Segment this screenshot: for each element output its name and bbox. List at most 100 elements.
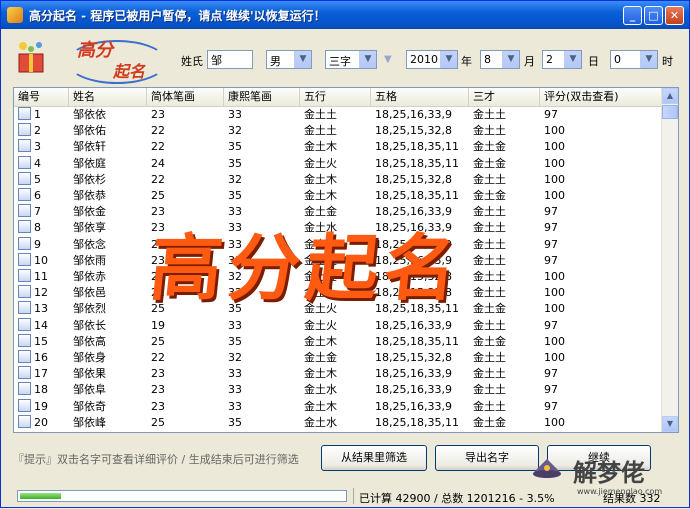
row-number: 3: [34, 140, 41, 154]
cell-name: 邹依阜: [73, 383, 106, 397]
cell-score: 97: [544, 367, 558, 381]
cell-kangxi-strokes: 33: [228, 318, 242, 332]
table-row[interactable]: 12 邹依邑 22 32 金土土 18,25,15,32,8 金土土 100: [14, 285, 662, 301]
cell-three-talents: 金土土: [473, 399, 506, 413]
cell-simplified-strokes: 25: [151, 334, 165, 348]
cell-score: 100: [544, 270, 565, 283]
chevron-down-icon[interactable]: ▼: [294, 51, 311, 68]
table-row[interactable]: 19 邹依奇 23 33 金土木 18,25,16,33,9 金土土 97: [14, 398, 662, 415]
chevron-down-icon[interactable]: ▼: [440, 51, 457, 68]
chevron-down-icon[interactable]: ▼: [564, 51, 581, 68]
cell-id: 11: [14, 269, 69, 285]
surname-input[interactable]: 邹: [207, 50, 253, 69]
row-document-icon: [18, 301, 31, 315]
cell-id: 3: [14, 139, 69, 155]
row-document-icon: [18, 382, 31, 396]
table-row[interactable]: 5 邹依杉 22 32 金土木 18,25,15,32,8 金土土 100: [14, 171, 662, 188]
cell-five-elements: 金土火: [304, 156, 337, 170]
table-row[interactable]: 2 邹依佑 22 32 金土土 18,25,15,32,8 金土土 100: [14, 123, 662, 139]
row-number: 9: [34, 237, 41, 251]
gender-value: 男: [270, 55, 281, 68]
table-row[interactable]: 18 邹依阜 23 33 金土水 18,25,16,33,9 金土土 97: [14, 382, 662, 398]
cell-simplified-strokes: 23: [151, 237, 165, 251]
hour-select[interactable]: 0 ▼: [610, 50, 658, 69]
row-document-icon: [18, 317, 31, 331]
year-select[interactable]: 2010 ▼: [406, 50, 458, 69]
row-document-icon: [18, 366, 31, 380]
cell-name: 邹依依: [73, 108, 106, 121]
cell-kangxi-strokes: 33: [228, 205, 242, 219]
cell-score: 97: [544, 237, 558, 251]
chevron-down-icon[interactable]: ▼: [502, 51, 519, 68]
month-value: 8: [484, 53, 491, 66]
vertical-scrollbar[interactable]: ▲ ▼: [661, 88, 678, 432]
cell-kangxi-strokes: 32: [228, 172, 242, 186]
column-header-simplified-strokes[interactable]: 简体笔画: [147, 88, 224, 106]
table-row[interactable]: 10 邹依雨 23 33 金土土 18,25,16,33,9 金土土 97: [14, 252, 662, 269]
table-row[interactable]: 11 邹依赤 22 32 金土金 18,25,15,32,8 金土土 100: [14, 269, 662, 285]
cell-kangxi-strokes: 33: [228, 221, 242, 235]
results-table[interactable]: 编号 姓名 简体笔画 康熙笔画 五行 五格 三才 评分(双击查看) 1 邹依依 23…: [13, 87, 679, 433]
year-unit-label: 年: [461, 55, 472, 68]
column-header-score[interactable]: 评分(双击查看): [540, 88, 662, 106]
column-header-id[interactable]: 编号: [14, 88, 69, 106]
cell-five-elements: 金土水: [304, 383, 337, 397]
day-select[interactable]: 2 ▼: [542, 50, 582, 69]
cell-three-talents: 金土金: [473, 140, 506, 154]
column-header-kangxi-strokes[interactable]: 康熙笔画: [224, 88, 300, 106]
cell-simplified-strokes: 23: [151, 205, 165, 219]
minimize-button[interactable]: _: [623, 6, 642, 25]
table-row[interactable]: 9 邹依念 23 33 金土火 18,25,16,33,9 金土土 97: [14, 236, 662, 253]
cell-name: 邹依佑: [73, 124, 106, 138]
column-header-three-talents[interactable]: 三才: [469, 88, 540, 106]
table-row[interactable]: 6 邹依恭 25 35 金土木 18,25,18,35,11 金土金 100: [14, 188, 662, 204]
app-window: 高分起名 - 程序已被用户暂停，请点'继续'以恢复运行！ _ □ ✕ 高分 起名…: [0, 0, 690, 508]
cell-score: 100: [544, 172, 565, 186]
table-row[interactable]: 16 邹依身 22 32 金土金 18,25,15,32,8 金土土 100: [14, 350, 662, 366]
filter-results-button[interactable]: 从结果里筛选: [321, 445, 427, 471]
table-row[interactable]: 7 邹依金 23 33 金土金 18,25,16,33,9 金土土 97: [14, 204, 662, 220]
table-row[interactable]: 13 邹依烈 25 35 金土火 18,25,18,35,11 金土金 100: [14, 301, 662, 317]
cell-kangxi-strokes: 32: [228, 124, 242, 138]
cell-name: 邹依峰: [73, 415, 106, 429]
row-number: 7: [34, 205, 41, 219]
gender-select[interactable]: 男 ▼: [266, 50, 312, 69]
cell-simplified-strokes: 23: [151, 399, 165, 413]
column-header-five-elements[interactable]: 五行: [300, 88, 371, 106]
row-document-icon: [18, 155, 31, 169]
row-document-icon: [18, 123, 31, 137]
close-button[interactable]: ✕: [665, 6, 684, 25]
cell-five-grids: 18,25,15,32,8: [375, 270, 452, 283]
scroll-thumb[interactable]: [662, 105, 678, 119]
cell-score: 100: [544, 124, 565, 138]
chevron-down-icon[interactable]: ▼: [640, 51, 657, 68]
cell-id: 14: [14, 317, 69, 334]
scroll-up-icon[interactable]: ▲: [662, 88, 678, 104]
hat-icon: [533, 459, 561, 478]
scroll-down-icon[interactable]: ▼: [662, 416, 678, 432]
cell-simplified-strokes: 24: [151, 156, 165, 170]
table-row[interactable]: 20 邹依峰 25 35 金土水 18,25,18,35,11 金土金 100: [14, 414, 662, 431]
cell-name: 邹依高: [73, 334, 106, 348]
title-bar: 高分起名 - 程序已被用户暂停，请点'继续'以恢复运行！ _ □ ✕: [1, 1, 689, 29]
cell-name: 邹依长: [73, 318, 106, 332]
row-document-icon: [18, 350, 31, 363]
cell-five-grids: 18,25,16,33,9: [375, 205, 452, 219]
cell-kangxi-strokes: 33: [228, 383, 242, 397]
table-row[interactable]: 8 邹依享 23 33 金土水 18,25,16,33,9 金土土 97: [14, 220, 662, 236]
table-row[interactable]: 17 邹依果 23 33 金土木 18,25,16,33,9 金土土 97: [14, 366, 662, 382]
cell-five-grids: 18,25,18,35,11: [375, 302, 459, 316]
month-select[interactable]: 8 ▼: [480, 50, 520, 69]
table-row[interactable]: 3 邹依轩 22 35 金土木 18,25,18,35,11 金土金 100: [14, 139, 662, 155]
maximize-button[interactable]: □: [644, 6, 663, 25]
name-length-select[interactable]: 三字 ▼: [325, 50, 377, 69]
table-row[interactable]: 14 邹依长 19 33 金土火 18,25,16,33,9 金土土 97: [14, 317, 662, 334]
column-header-five-grids[interactable]: 五格: [371, 88, 469, 106]
table-row[interactable]: 4 邹依庭 24 35 金土火 18,25,18,35,11 金土金 100: [14, 155, 662, 172]
chevron-down-icon[interactable]: ▼: [359, 51, 376, 68]
table-row[interactable]: 1 邹依依 23 33 金土土 18,25,16,33,9 金土土 97: [14, 107, 662, 123]
table-row[interactable]: 15 邹依高 25 35 金土木 18,25,18,35,11 金土金 100: [14, 333, 662, 350]
column-header-name[interactable]: 姓名: [69, 88, 147, 106]
cell-score: 100: [544, 286, 565, 300]
cell-five-grids: 18,25,18,35,11: [375, 334, 459, 348]
